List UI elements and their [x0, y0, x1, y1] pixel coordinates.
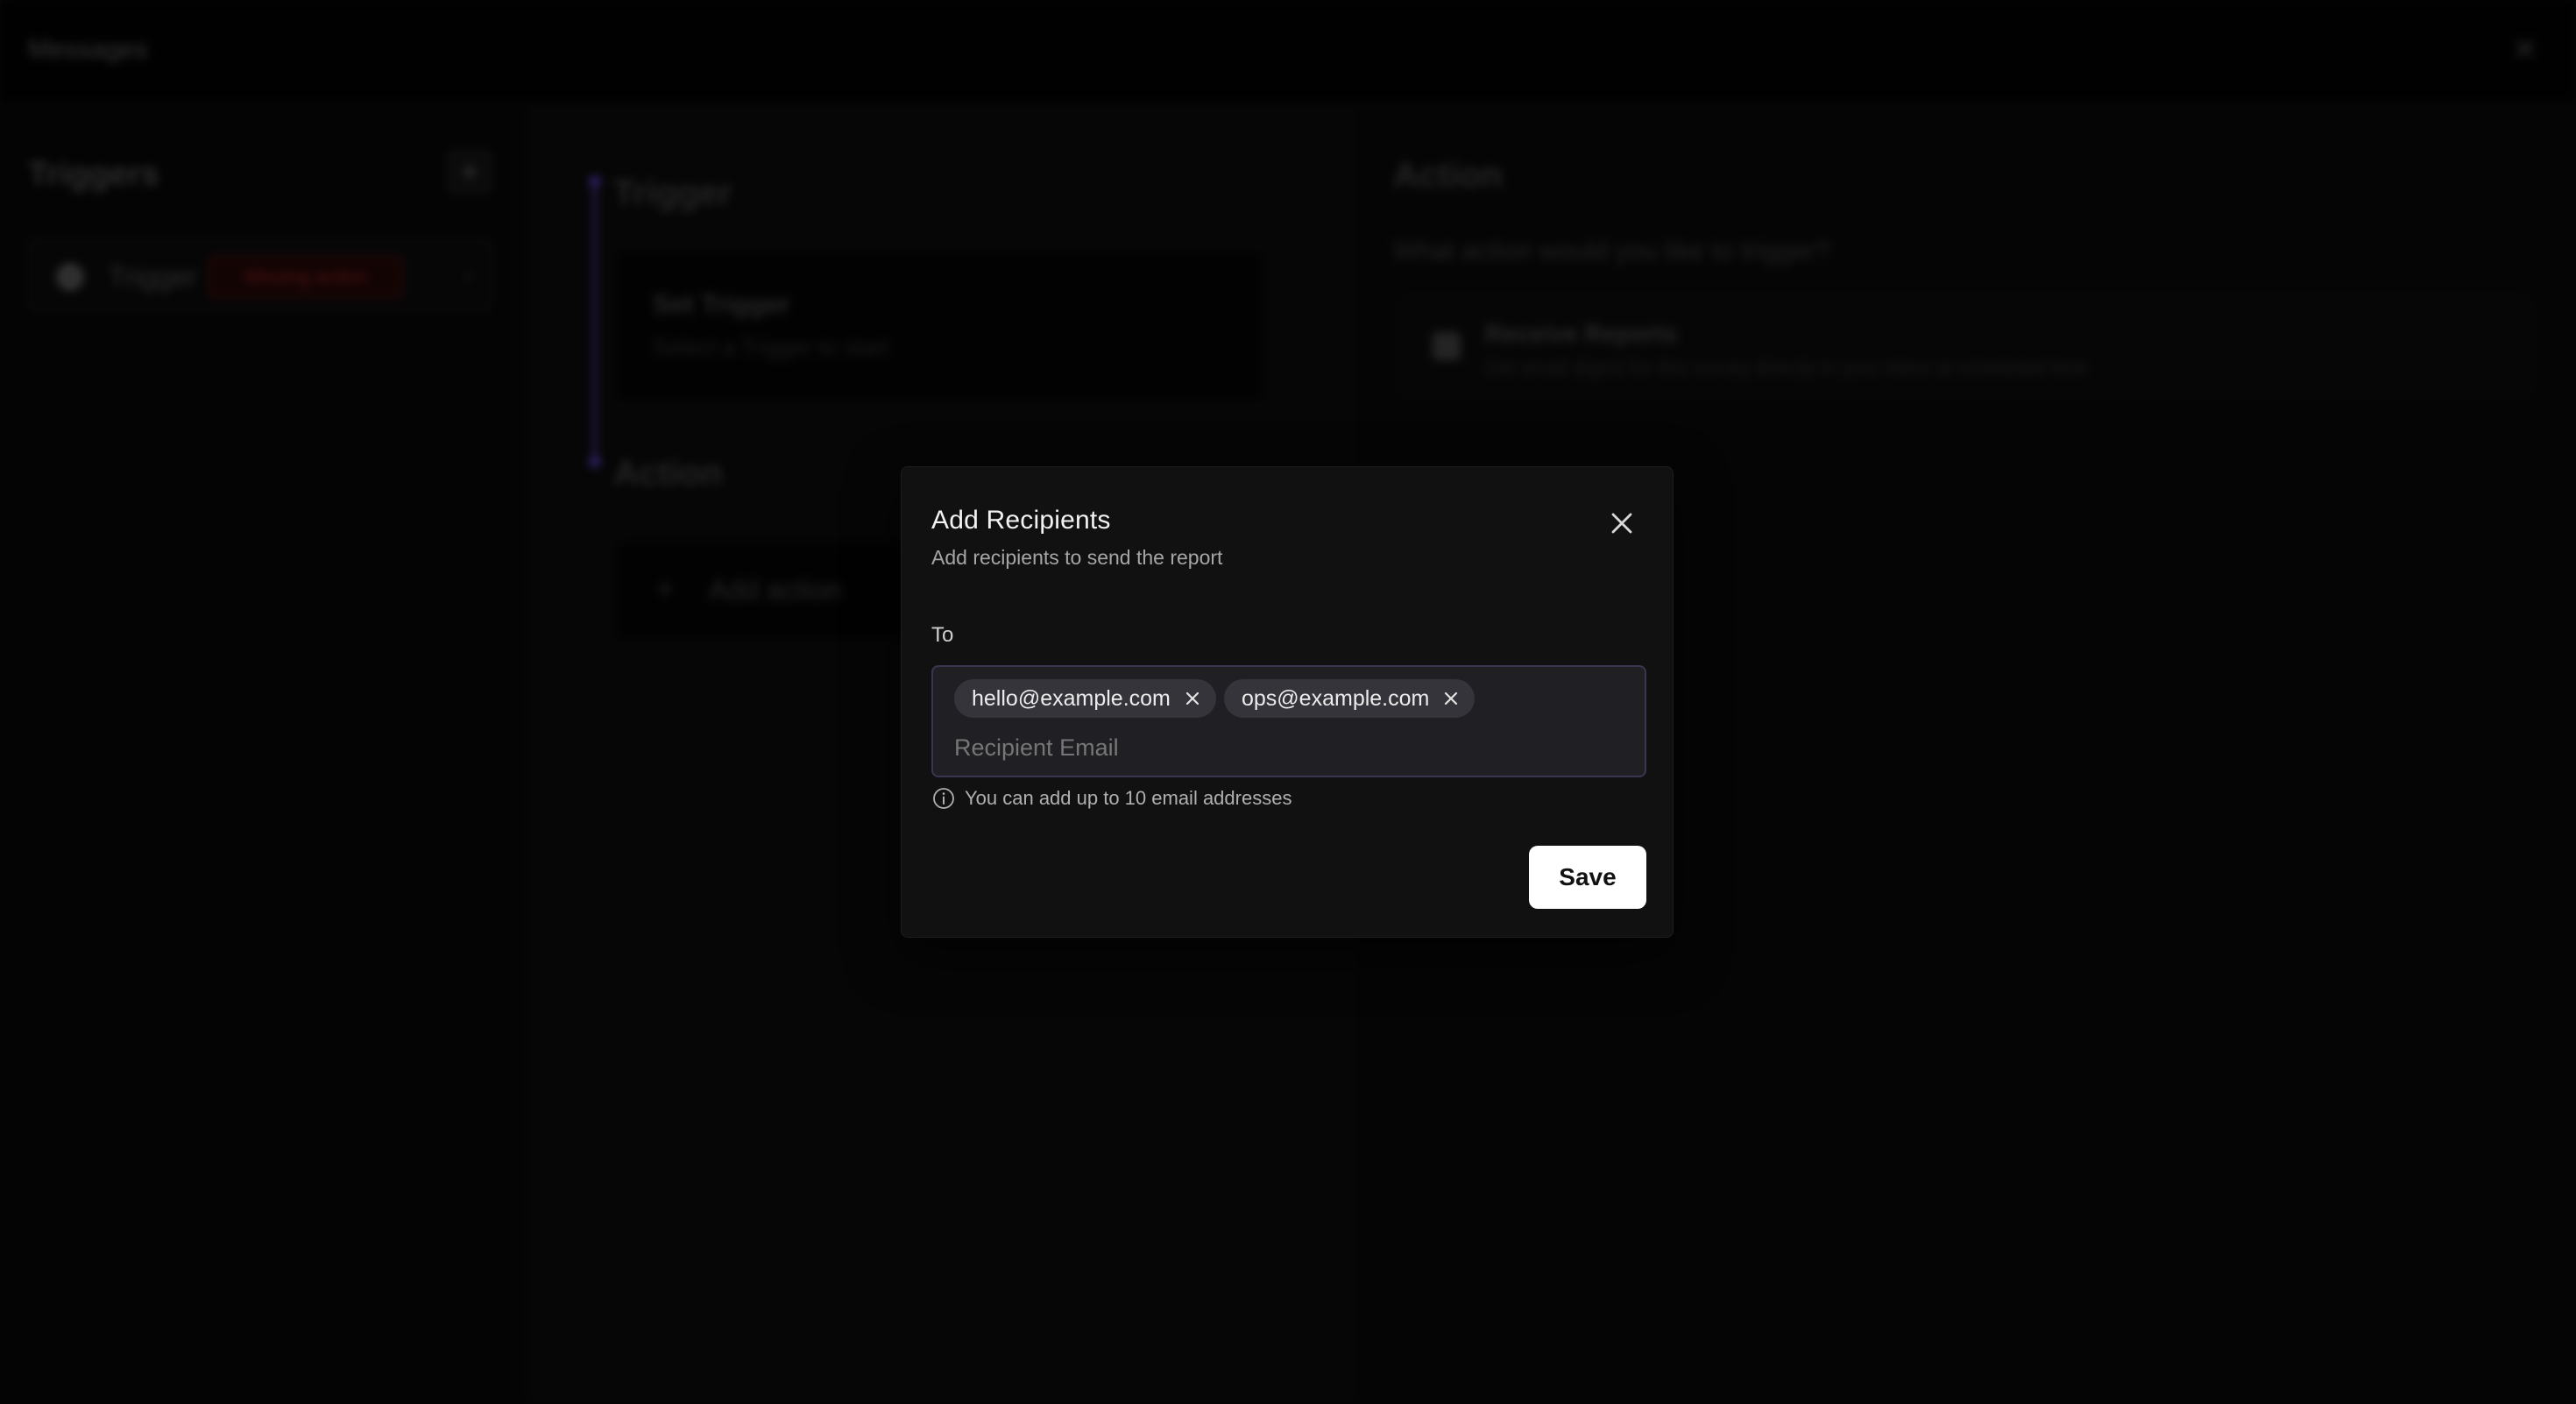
- recipient-limit-hint: You can add up to 10 email addresses: [931, 786, 1292, 811]
- recipient-chip: hello@example.com: [954, 679, 1216, 718]
- recipient-email-input[interactable]: [954, 728, 1620, 767]
- x-icon[interactable]: [1183, 689, 1202, 708]
- x-icon[interactable]: [1441, 689, 1461, 708]
- info-icon: [933, 788, 954, 809]
- recipient-chip-label: ops@example.com: [1242, 685, 1430, 711]
- recipient-chip-label: hello@example.com: [972, 685, 1171, 711]
- recipient-field[interactable]: hello@example.com ops@example.com: [931, 665, 1646, 777]
- dialog-title: Add Recipients: [931, 506, 1111, 535]
- to-label: To: [931, 623, 954, 647]
- save-button[interactable]: Save: [1529, 846, 1646, 909]
- close-icon[interactable]: [1604, 506, 1639, 541]
- add-recipients-dialog: Add Recipients Add recipients to send th…: [901, 466, 1674, 938]
- dialog-subtitle: Add recipients to send the report: [931, 546, 1223, 569]
- recipient-chip: ops@example.com: [1224, 679, 1476, 718]
- hint-text: You can add up to 10 email addresses: [965, 787, 1292, 809]
